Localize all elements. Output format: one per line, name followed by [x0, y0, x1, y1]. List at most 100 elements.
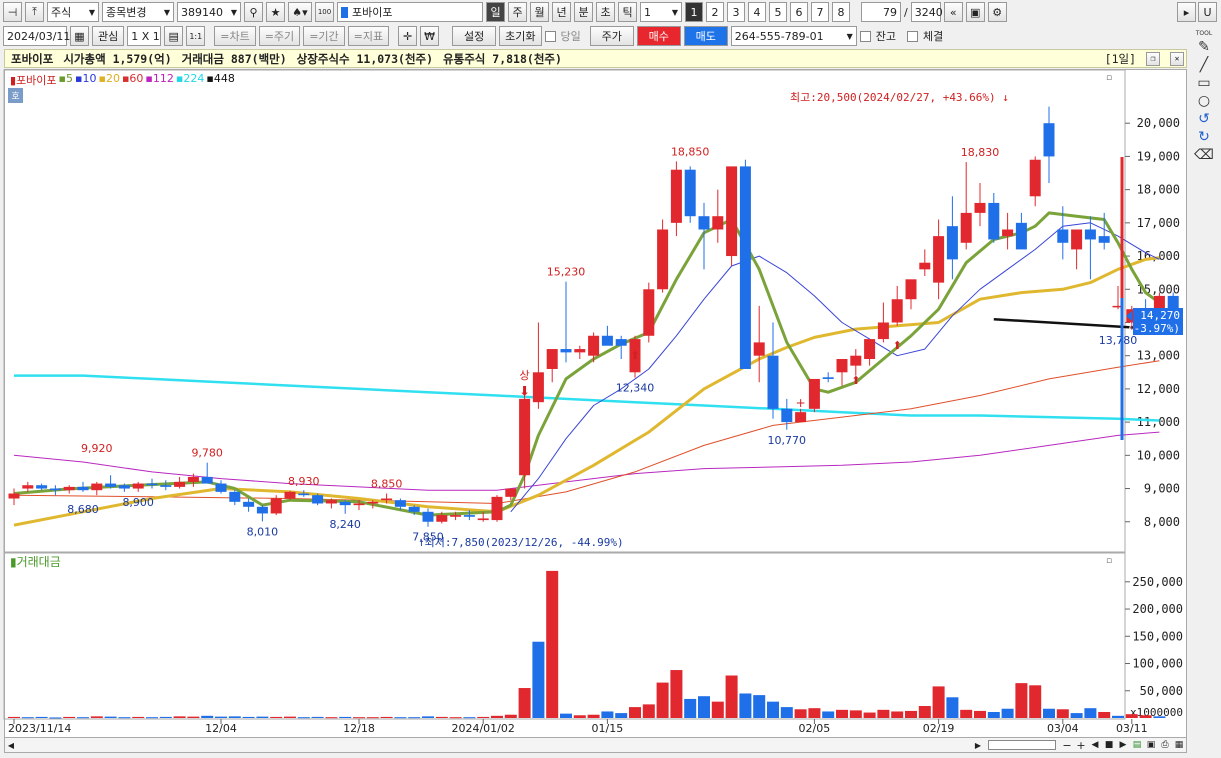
volume-bar	[891, 711, 904, 718]
candle-body	[615, 339, 627, 346]
arrow-up-icon: ⬆	[630, 349, 639, 362]
volume-plot-frame	[3, 552, 1126, 720]
candle-body	[408, 506, 420, 512]
scroll-right-icon[interactable]: ▶	[972, 741, 984, 750]
legend-ma5: ▪5	[58, 72, 74, 85]
high-annotation: 최고:20,500(2024/02/27, +43.66%) ↓	[790, 91, 1009, 104]
zoom-in-icon[interactable]: +	[1074, 739, 1088, 752]
quote-button[interactable]: 호	[8, 88, 23, 103]
candle-body	[1043, 123, 1055, 157]
candle-body	[243, 501, 255, 507]
candle-body	[491, 496, 503, 521]
volume-bar	[877, 709, 890, 718]
x-tick-label: 01/15	[592, 722, 624, 735]
move-left-icon[interactable]: ◀	[1088, 740, 1102, 750]
candle-body	[946, 226, 958, 260]
arrow-up-icon: ⬆	[851, 374, 860, 387]
volume-bar	[1112, 715, 1124, 718]
volume-bar	[987, 712, 1000, 718]
limit-up-label: 상	[520, 369, 530, 382]
volume-bar	[1001, 708, 1014, 718]
print-icon[interactable]: ⎙	[1158, 740, 1172, 750]
volume-bar	[615, 713, 628, 718]
volume-bar	[118, 717, 131, 719]
candle-body	[1015, 222, 1027, 250]
candle-body	[933, 236, 945, 283]
volume-bar	[780, 707, 793, 718]
volume-tick-label: 100,000	[1132, 657, 1183, 671]
volume-bar	[918, 706, 931, 718]
panel-max-icon: ▫	[1106, 73, 1112, 83]
price-chart[interactable]: 8,0009,00010,00011,00012,00013,00014,000…	[0, 0, 1221, 758]
volume-bar	[656, 682, 669, 718]
candle-body	[105, 483, 117, 487]
volume-bar	[297, 717, 310, 719]
move-right-icon[interactable]: ▶	[1116, 740, 1130, 750]
candle-body	[905, 279, 917, 300]
config-icon[interactable]: ▦	[1172, 740, 1186, 750]
candle-body	[753, 342, 765, 356]
volume-bar	[366, 717, 379, 719]
candle-body	[49, 488, 61, 491]
price-data-label: 13,780	[1099, 334, 1138, 347]
volume-bar	[670, 670, 683, 718]
candle-body	[643, 289, 655, 336]
zoom-slider[interactable]	[988, 740, 1056, 750]
volume-bar	[201, 715, 214, 718]
volume-bar	[380, 716, 393, 718]
volume-bar	[325, 717, 338, 719]
volume-bar	[1139, 715, 1152, 718]
volume-bar	[132, 716, 145, 718]
candle-body	[436, 515, 448, 522]
chart-scrollbar[interactable]: ◀ ▶ − + ◀ ■ ▶ ▤ ▣ ⎙ ▦	[4, 737, 1187, 753]
x-tick-label: 02/05	[799, 722, 831, 735]
candle-body	[836, 359, 848, 373]
price-data-label: 15,230	[547, 266, 586, 279]
candle-body	[118, 485, 130, 489]
price-tick-label: 20,000	[1137, 116, 1180, 130]
price-tick-label: 10,000	[1137, 448, 1180, 462]
panel-max-icon: ▫	[1106, 556, 1112, 566]
candle-body	[132, 483, 144, 489]
candle-body	[574, 349, 586, 353]
volume-bar	[946, 697, 959, 718]
candle-body	[850, 355, 862, 366]
volume-bar	[725, 675, 738, 718]
volume-tick-label: 150,000	[1132, 629, 1183, 643]
volume-bar	[491, 715, 503, 718]
candle-body	[684, 169, 696, 217]
candle-body	[767, 355, 779, 409]
price-data-label: 8,850	[371, 478, 403, 491]
save-icon[interactable]: ▣	[1144, 740, 1158, 750]
candle-body	[36, 485, 48, 489]
candle-body	[160, 485, 172, 487]
volume-bar	[601, 711, 614, 718]
candle-body	[739, 166, 751, 369]
candle-body	[215, 483, 227, 492]
candle-body	[532, 372, 544, 403]
price-data-label: 10,770	[768, 434, 807, 447]
volume-bar	[449, 717, 462, 719]
candle-body	[1029, 159, 1041, 197]
candle-body	[367, 501, 379, 504]
price-data-label: 8,900	[122, 496, 154, 509]
candle-body	[77, 486, 89, 491]
zoom-out-icon[interactable]: −	[1060, 739, 1074, 752]
volume-bar	[215, 716, 227, 718]
volume-bar	[532, 641, 545, 718]
scroll-left-icon[interactable]: ◀	[5, 741, 17, 750]
price-data-label: 9,780	[191, 447, 223, 460]
price-data-label: 8,240	[329, 518, 361, 531]
price-tick-label: 9,000	[1144, 482, 1180, 496]
volume-bar	[822, 711, 835, 718]
candle-body	[919, 262, 931, 270]
volume-bar	[21, 717, 34, 719]
candle-body	[822, 377, 834, 379]
candle-body	[8, 493, 20, 499]
candle-body	[298, 493, 310, 496]
excel-icon[interactable]: ▤	[1130, 740, 1144, 750]
volume-bar	[422, 716, 434, 718]
volume-bar	[863, 712, 876, 718]
volume-bar	[698, 696, 710, 718]
stop-icon[interactable]: ■	[1102, 740, 1116, 750]
